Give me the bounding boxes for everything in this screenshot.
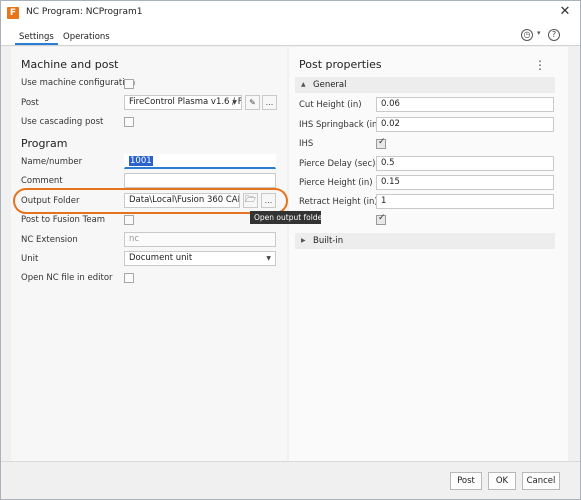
open-nc-file-checkbox[interactable]	[124, 273, 134, 283]
ihs-springback-input[interactable]: 0.02	[376, 117, 554, 132]
ihs-label: IHS	[299, 139, 314, 149]
unit-select-value: Document unit	[129, 253, 193, 263]
unit-select[interactable]: Document unit ▼	[124, 251, 276, 266]
pierce-height-label: Pierce Height (in)	[299, 178, 373, 188]
open-output-folder-tooltip: Open output folder	[250, 211, 325, 224]
chevron-down-icon[interactable]: ▾	[537, 29, 541, 37]
retract-height-label: Retract Height (in)	[299, 197, 378, 207]
post-to-fusion-team-label: Post to Fusion Team	[21, 215, 106, 225]
comment-input[interactable]	[124, 173, 276, 188]
program-heading: Program	[21, 137, 68, 150]
post-select[interactable]: FireControl Plasma v1.6 / Fi ▼	[124, 95, 242, 110]
unit-label: Unit	[21, 254, 39, 264]
use-cascading-post-checkbox[interactable]	[124, 117, 134, 127]
chevron-down-icon: ▼	[266, 255, 271, 262]
pierce-delay-input[interactable]: 0.5	[376, 156, 554, 171]
general-group-label: General	[313, 80, 347, 90]
dialog-footer: Post OK Cancel	[1, 461, 580, 499]
post-label: Post	[21, 98, 39, 108]
window-title: NC Program: NCProgram1	[26, 7, 143, 17]
builtin-group-label: Built-in	[313, 236, 344, 246]
tab-settings[interactable]: Settings	[15, 29, 58, 45]
output-folder-highlight	[13, 188, 288, 214]
clock-icon[interactable]: ◷	[521, 29, 533, 41]
ihs-checkbox[interactable]	[376, 137, 386, 149]
tab-bar: Settings Operations ◷ ▾ ?	[1, 25, 580, 46]
fusion-app-icon: F	[7, 7, 19, 19]
help-icon[interactable]: ?	[548, 29, 560, 41]
name-number-value: 1001	[129, 156, 153, 166]
general-group-header[interactable]: ▲ General	[295, 77, 555, 93]
cancel-button[interactable]: Cancel	[522, 472, 560, 490]
browse-post-button[interactable]: ...	[262, 95, 277, 110]
nc-program-dialog: F NC Program: NCProgram1 ✕ Settings Oper…	[0, 0, 581, 500]
post-properties-heading: Post properties	[299, 58, 382, 71]
close-icon[interactable]: ✕	[557, 4, 573, 20]
more-options-icon[interactable]: ⋮	[534, 58, 546, 72]
chevron-down-icon: ▼	[232, 99, 237, 106]
extra-checkbox[interactable]	[376, 213, 386, 225]
nc-extension-input[interactable]: nc	[124, 232, 276, 247]
name-number-label: Name/number	[21, 157, 83, 167]
expand-arrow-icon: ▶	[301, 237, 306, 244]
tab-operations[interactable]: Operations	[59, 29, 114, 45]
retract-height-input[interactable]: 1	[376, 194, 554, 209]
edit-post-button[interactable]: ✎	[245, 95, 260, 110]
name-number-input[interactable]: 1001	[124, 154, 276, 169]
post-to-fusion-team-checkbox[interactable]	[124, 215, 134, 225]
cut-height-label: Cut Height (in)	[299, 100, 362, 110]
post-button[interactable]: Post	[450, 472, 482, 490]
open-nc-file-label: Open NC file in editor	[21, 273, 113, 283]
collapse-arrow-icon: ▲	[301, 81, 306, 88]
post-select-value: FireControl Plasma v1.6 / Fi	[129, 97, 242, 107]
title-bar: F NC Program: NCProgram1 ✕	[1, 1, 580, 25]
machine-and-post-heading: Machine and post	[21, 58, 119, 71]
use-machine-config-checkbox[interactable]	[124, 79, 134, 89]
pierce-delay-label: Pierce Delay (sec)	[299, 159, 376, 169]
ihs-springback-label: IHS Springback (in)	[299, 120, 381, 130]
comment-label: Comment	[21, 176, 63, 186]
ok-button[interactable]: OK	[488, 472, 516, 490]
pierce-height-input[interactable]: 0.15	[376, 175, 554, 190]
nc-extension-label: NC Extension	[21, 235, 78, 245]
use-machine-config-label: Use machine configuration	[21, 78, 136, 88]
builtin-group-header[interactable]: ▶ Built-in	[295, 233, 555, 249]
use-cascading-post-label: Use cascading post	[21, 117, 104, 127]
cut-height-input[interactable]: 0.06	[376, 97, 554, 112]
